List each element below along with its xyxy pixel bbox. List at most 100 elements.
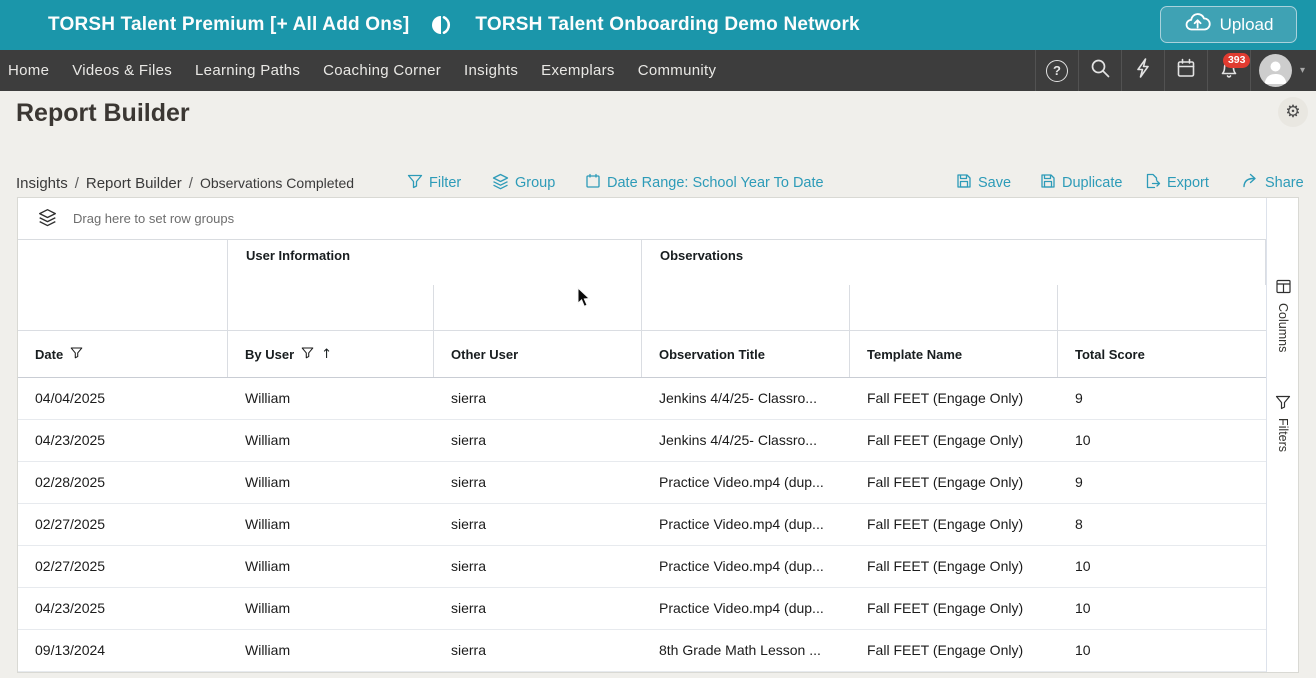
cell-template-name: Fall FEET (Engage Only) bbox=[850, 630, 1058, 671]
funnel-icon bbox=[1275, 394, 1291, 410]
cell-other-user: sierra bbox=[434, 504, 642, 545]
tab-columns-label: Columns bbox=[1276, 303, 1290, 352]
table-body: 04/04/2025 William sierra Jenkins 4/4/25… bbox=[18, 378, 1266, 672]
cell-date: 02/27/2025 bbox=[18, 504, 228, 545]
table-row[interactable]: 02/27/2025 William sierra Practice Video… bbox=[18, 504, 1266, 546]
table-row[interactable]: 09/13/2024 William sierra 8th Grade Math… bbox=[18, 630, 1266, 672]
nav-item-exemplars[interactable]: Exemplars bbox=[541, 62, 615, 79]
nav-item-home[interactable]: Home bbox=[8, 62, 49, 79]
calendar-icon bbox=[585, 173, 601, 193]
calendar-button[interactable] bbox=[1164, 50, 1207, 91]
funnel-icon[interactable] bbox=[70, 346, 83, 362]
table-row[interactable]: 04/23/2025 William sierra Practice Video… bbox=[18, 588, 1266, 630]
filter-button[interactable]: Filter bbox=[407, 170, 461, 196]
cell-by-user: William bbox=[228, 462, 434, 503]
cell-by-user: William bbox=[228, 504, 434, 545]
group-header-label: Observations bbox=[642, 240, 1265, 263]
breadcrumb-separator: / bbox=[68, 175, 86, 192]
quick-actions-button[interactable] bbox=[1121, 50, 1164, 91]
nav-item-learning-paths[interactable]: Learning Paths bbox=[195, 62, 300, 79]
group-header-label: User Information bbox=[228, 240, 641, 263]
column-header-label: Total Score bbox=[1075, 347, 1145, 362]
group-subcell bbox=[434, 285, 642, 330]
cell-total-score: 9 bbox=[1058, 378, 1266, 419]
toolbar-row: Insights/Report Builder/Observations Com… bbox=[0, 170, 1316, 196]
cell-template-name: Fall FEET (Engage Only) bbox=[850, 504, 1058, 545]
group-subcell bbox=[228, 285, 434, 330]
cell-date: 04/23/2025 bbox=[18, 588, 228, 629]
cell-date: 09/13/2024 bbox=[18, 630, 228, 671]
column-header-label: Template Name bbox=[867, 347, 962, 362]
group-button-label: Group bbox=[515, 175, 555, 191]
table-row[interactable]: 04/23/2025 William sierra Jenkins 4/4/25… bbox=[18, 420, 1266, 462]
table-row[interactable]: 02/28/2025 William sierra Practice Video… bbox=[18, 462, 1266, 504]
duplicate-button[interactable]: Duplicate bbox=[1040, 170, 1122, 196]
column-header-date[interactable]: Date bbox=[18, 331, 228, 377]
cell-date: 02/28/2025 bbox=[18, 462, 228, 503]
cell-other-user: sierra bbox=[434, 546, 642, 587]
table-row[interactable]: 04/04/2025 William sierra Jenkins 4/4/25… bbox=[18, 378, 1266, 420]
group-header-observations: Observations bbox=[642, 240, 1266, 285]
group-header-user-information: User Information bbox=[228, 240, 642, 285]
breadcrumb-current: Observations Completed bbox=[200, 175, 354, 191]
layers-icon bbox=[492, 173, 509, 194]
table-row[interactable]: 02/27/2025 William sierra Practice Video… bbox=[18, 546, 1266, 588]
breadcrumb-insights[interactable]: Insights bbox=[16, 175, 68, 192]
cell-template-name: Fall FEET (Engage Only) bbox=[850, 588, 1058, 629]
group-button[interactable]: Group bbox=[492, 170, 555, 196]
group-subcell bbox=[850, 285, 1058, 330]
upload-button[interactable]: Upload bbox=[1160, 6, 1297, 43]
network-title: TORSH Talent Onboarding Demo Network bbox=[475, 14, 859, 36]
column-header-by-user[interactable]: By User ↑ bbox=[228, 331, 434, 377]
notification-count-badge: 393 bbox=[1223, 53, 1250, 68]
group-header-blank bbox=[18, 240, 228, 285]
breadcrumb-report-builder[interactable]: Report Builder bbox=[86, 175, 182, 192]
tab-filters[interactable]: Filters bbox=[1267, 394, 1299, 452]
search-icon bbox=[1089, 57, 1111, 84]
cell-other-user: sierra bbox=[434, 462, 642, 503]
cell-by-user: William bbox=[228, 546, 434, 587]
lightning-icon bbox=[1133, 57, 1153, 84]
column-header-total-score[interactable]: Total Score bbox=[1058, 331, 1266, 377]
nav-item-insights[interactable]: Insights bbox=[464, 62, 518, 79]
nav-item-coaching-corner[interactable]: Coaching Corner bbox=[323, 62, 441, 79]
account-menu-button[interactable]: ▾ bbox=[1250, 50, 1316, 91]
column-header-label: By User bbox=[245, 347, 294, 362]
cell-observation-title: Practice Video.mp4 (dup... bbox=[642, 462, 850, 503]
search-button[interactable] bbox=[1078, 50, 1121, 91]
cell-template-name: Fall FEET (Engage Only) bbox=[850, 462, 1058, 503]
filter-button-label: Filter bbox=[429, 175, 461, 191]
duplicate-button-label: Duplicate bbox=[1062, 175, 1122, 191]
app-window: TORSH Talent Premium [+ All Add Ons] TOR… bbox=[0, 0, 1316, 678]
column-header-other-user[interactable]: Other User bbox=[434, 331, 642, 377]
column-header-template-name[interactable]: Template Name bbox=[850, 331, 1058, 377]
group-subcell bbox=[1058, 285, 1266, 330]
share-button[interactable]: Share bbox=[1242, 170, 1304, 196]
cell-observation-title: Jenkins 4/4/25- Classro... bbox=[642, 378, 850, 419]
tab-columns[interactable]: Columns bbox=[1267, 278, 1299, 352]
save-button-label: Save bbox=[978, 175, 1011, 191]
column-header-observation-title[interactable]: Observation Title bbox=[642, 331, 850, 377]
export-button[interactable]: Export bbox=[1145, 170, 1209, 196]
floppy-disk-icon bbox=[1040, 173, 1056, 193]
help-button[interactable]: ? bbox=[1035, 50, 1078, 91]
date-range-button[interactable]: Date Range: School Year To Date bbox=[585, 170, 824, 196]
product-title: TORSH Talent Premium [+ All Add Ons] bbox=[48, 14, 409, 36]
cell-other-user: sierra bbox=[434, 588, 642, 629]
report-grid: Drag here to set row groups User Informa… bbox=[18, 198, 1298, 672]
sort-ascending-icon: ↑ bbox=[321, 347, 332, 362]
cell-total-score: 10 bbox=[1058, 588, 1266, 629]
calendar-icon bbox=[1175, 57, 1197, 84]
gear-icon: ⚙ bbox=[1285, 102, 1300, 122]
main-nav-bar: Home Videos & Files Learning Paths Coach… bbox=[0, 50, 1316, 91]
notifications-button[interactable]: 393 bbox=[1207, 50, 1250, 91]
save-button[interactable]: Save bbox=[956, 170, 1011, 196]
columns-icon bbox=[1275, 278, 1292, 295]
funnel-icon[interactable] bbox=[301, 346, 314, 362]
grid-area: User Information Observations bbox=[18, 240, 1266, 672]
settings-button[interactable]: ⚙ bbox=[1278, 97, 1308, 127]
nav-item-videos-files[interactable]: Videos & Files bbox=[72, 62, 172, 79]
nav-item-community[interactable]: Community bbox=[638, 62, 717, 79]
cell-template-name: Fall FEET (Engage Only) bbox=[850, 420, 1058, 461]
row-group-drop-zone[interactable]: Drag here to set row groups bbox=[18, 198, 1298, 240]
